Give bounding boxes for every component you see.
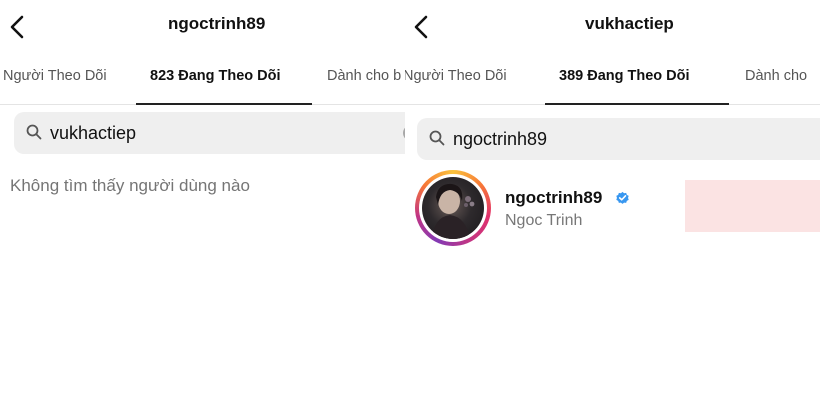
no-results-message: Không tìm thấy người dùng nào [10,176,250,195]
tab-following[interactable]: 823 Đang Theo Dõi [150,68,281,84]
search-icon [26,124,42,140]
search-bar [14,112,410,154]
profile-photo-silhouette [432,183,475,239]
search-input[interactable] [50,112,410,154]
tab-suggested[interactable]: Dành cho b [327,68,401,84]
tab-bar: Người Theo Dõi 389 Đang Theo Dõi Dành ch… [405,60,820,105]
search-input[interactable] [453,118,820,160]
result-username: ngoctrinh89 [505,188,603,207]
chevron-left-icon [414,15,428,39]
result-full-name: Ngoc Trinh [505,212,583,229]
following-panel-vukhactiep: vukhactiep Người Theo Dõi 389 Đang Theo … [405,0,820,419]
profile-photo [422,177,484,239]
verified-badge-icon [616,191,629,204]
tab-followers[interactable]: Người Theo Dõi [3,68,107,84]
active-tab-indicator [136,103,312,105]
tab-bar: Người Theo Dõi 823 Đang Theo Dõi Dành ch… [0,60,410,105]
avatar[interactable] [415,170,491,246]
chevron-left-icon [10,15,24,39]
page-title: vukhactiep [585,14,674,33]
search-bar [417,118,820,160]
tab-suggested[interactable]: Dành cho [745,68,807,84]
page-title: ngoctrinh89 [168,14,266,33]
back-button[interactable] [410,14,434,40]
search-icon [429,130,445,146]
back-button[interactable] [6,14,30,40]
tab-followers[interactable]: Người Theo Dõi [405,68,507,84]
following-panel-ngoctrinh89: ngoctrinh89 Người Theo Dõi 823 Đang Theo… [0,0,410,419]
tab-following[interactable]: 389 Đang Theo Dõi [559,68,690,84]
redacted-follow-button [685,180,820,232]
active-tab-indicator [545,103,729,105]
